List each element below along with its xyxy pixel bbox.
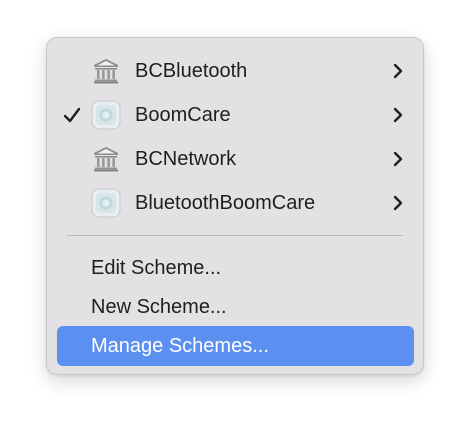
menu-item-bcbluetooth[interactable]: BCBluetooth [57,51,414,91]
menu-item-boomcare[interactable]: BoomCare [57,95,414,135]
edit-scheme-item[interactable]: Edit Scheme... [57,248,414,288]
menu-item-label: BCNetwork [135,148,237,170]
menu-item-label: BluetoothBoomCare [135,192,316,214]
chevron-right-icon [393,107,403,123]
menu-item-bluetoothboomcare[interactable]: BluetoothBoomCare [57,183,414,223]
manage-schemes-item[interactable]: Manage Schemes... [57,326,414,366]
new-scheme-item[interactable]: New Scheme... [57,287,414,327]
chevron-right-icon [393,195,403,211]
menu-item-bcnetwork[interactable]: BCNetwork [57,139,414,179]
scheme-menu: BCBluetooth BoomCare BCNetwork Bluetooth… [46,37,424,375]
menu-item-label: BoomCare [135,104,231,126]
app-icon [91,100,121,130]
menu-item-label: Edit Scheme... [91,257,222,279]
menu-item-label: New Scheme... [91,296,227,318]
menu-separator [67,235,403,236]
menu-item-label: BCBluetooth [135,60,248,82]
bank-icon [91,144,121,174]
bank-icon [91,56,121,86]
checkmark-icon [61,95,83,135]
chevron-right-icon [393,63,403,79]
menu-item-label: Manage Schemes... [91,335,269,357]
chevron-right-icon [393,151,403,167]
app-icon [91,188,121,218]
